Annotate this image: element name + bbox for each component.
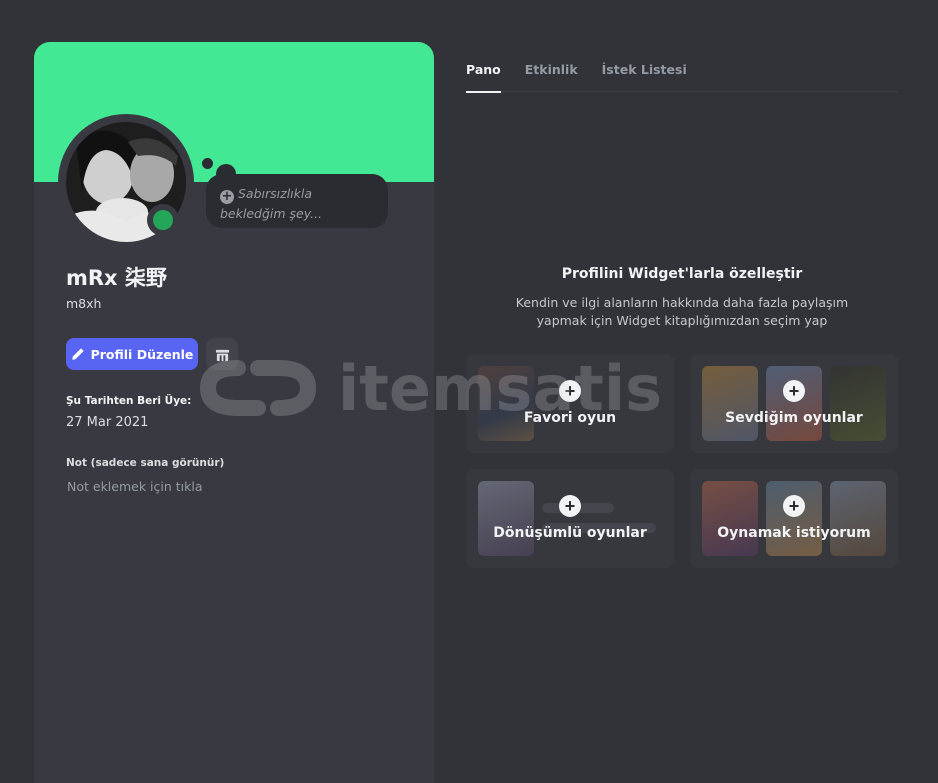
custom-status-placeholder: Sabırsızlıkla bekledğim şey...	[220, 186, 323, 221]
note-label: Not (sadece sana görünür)	[66, 457, 225, 469]
game-cover-thumbnail	[478, 481, 534, 556]
note-input[interactable]: Not eklemek için tıkla	[67, 479, 203, 494]
thought-bubble-dot	[202, 158, 213, 169]
edit-profile-label: Profili Düzenle	[90, 346, 194, 362]
plus-icon[interactable]: +	[783, 380, 805, 402]
tab-istek-listesi[interactable]: İstek Listesi	[602, 60, 687, 92]
widget-title: Profilini Widget'larla özelleştir	[561, 266, 803, 282]
game-cover-thumbnail	[702, 366, 758, 441]
nitro-shop-button[interactable]	[206, 338, 238, 370]
member-since-date: 27 Mar 2021	[66, 415, 149, 430]
widget-want-to-play[interactable]: + Oynamak istiyorum	[690, 469, 898, 568]
plus-icon[interactable]: +	[783, 495, 805, 517]
game-cover-thumbnail	[702, 481, 758, 556]
game-cover-thumbnail	[830, 366, 886, 441]
add-status-icon: +	[220, 189, 234, 204]
display-name: mRx 柒野	[66, 266, 167, 290]
profile-tabs: Pano Etkinlik İstek Listesi	[466, 60, 898, 93]
profile-card: + Sabırsızlıkla bekledğim şey... mRx 柒野 m…	[34, 42, 434, 783]
tab-pano[interactable]: Pano	[466, 60, 501, 93]
widget-rotating-games[interactable]: + Dönüşümlü oyunlar	[466, 469, 674, 568]
widget-label: Favori oyun	[523, 410, 617, 426]
online-status-icon	[147, 204, 179, 236]
plus-icon[interactable]: +	[559, 495, 581, 517]
game-cover-thumbnail	[478, 366, 534, 441]
username: m8xh	[66, 296, 102, 311]
widget-description: Kendin ve ilgi alanların hakkında daha f…	[515, 295, 849, 328]
edit-profile-button[interactable]: Profili Düzenle	[66, 338, 198, 370]
pencil-icon	[71, 348, 84, 360]
shop-icon	[215, 349, 229, 361]
game-cover-thumbnail	[830, 481, 886, 556]
widget-label: Dönüşümlü oyunlar	[493, 525, 647, 541]
game-cover-thumbnail	[766, 481, 822, 556]
widget-favorite-games[interactable]: + Sevdiğim oyunlar	[690, 354, 898, 453]
tab-etkinlik[interactable]: Etkinlik	[525, 60, 578, 92]
game-cover-thumbnail	[766, 366, 822, 441]
widget-label: Oynamak istiyorum	[717, 525, 871, 541]
plus-icon[interactable]: +	[559, 380, 581, 402]
member-since-label: Şu Tarihten Beri Üye:	[66, 395, 192, 407]
widget-favorite-game[interactable]: + Favori oyun	[466, 354, 674, 453]
custom-status-bubble[interactable]: + Sabırsızlıkla bekledğim şey...	[206, 174, 388, 228]
widget-label: Sevdiğim oyunlar	[725, 410, 863, 426]
